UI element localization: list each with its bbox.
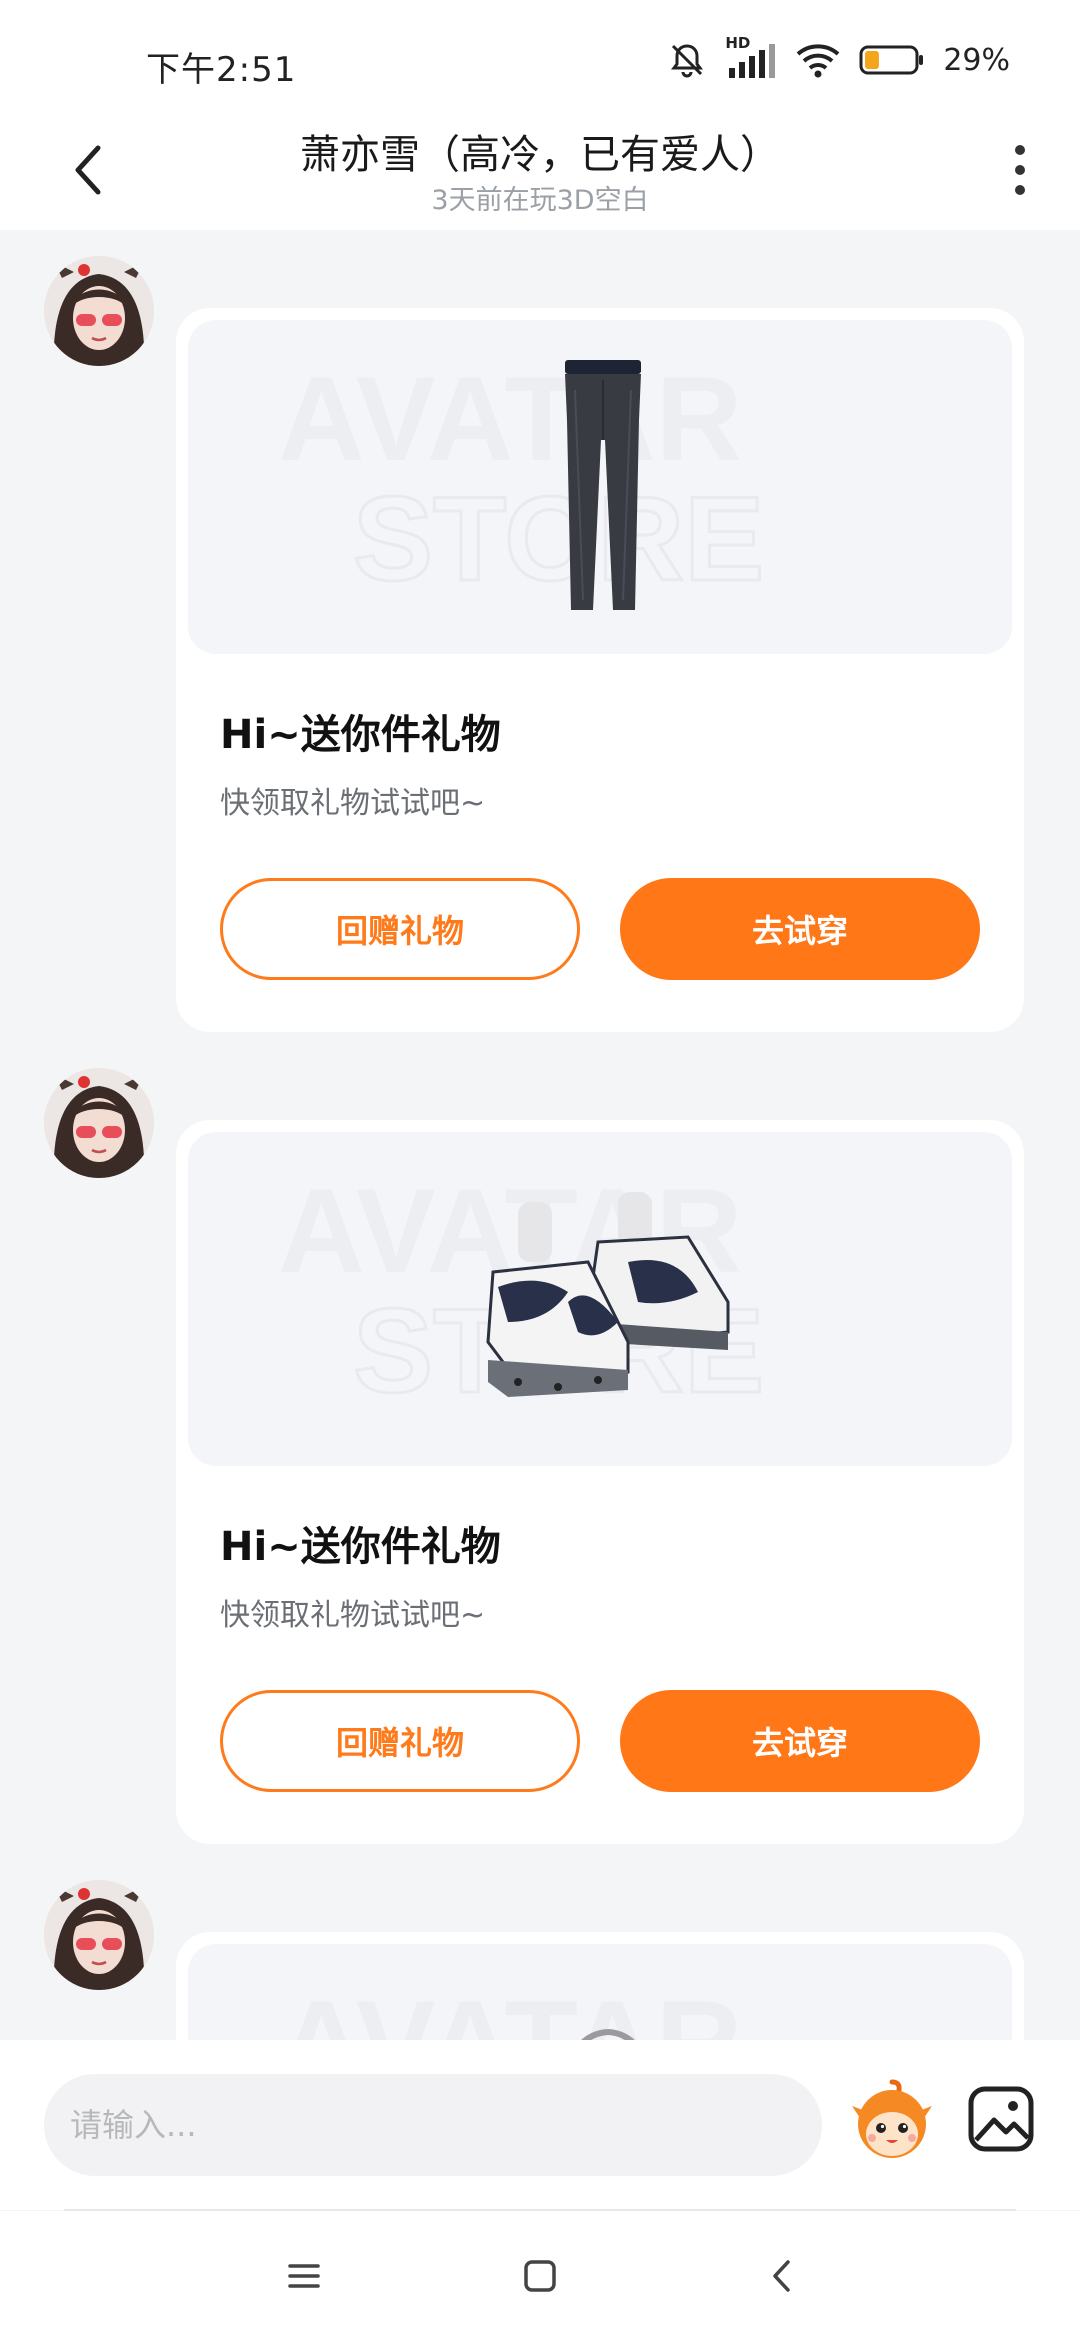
avatar[interactable] (44, 1068, 154, 1178)
nav-back-button[interactable] (752, 2251, 812, 2301)
image-button[interactable] (966, 2084, 1036, 2154)
emoji-mascot-icon (852, 2079, 932, 2158)
return-gift-button[interactable]: 回赠礼物 (220, 1690, 580, 1792)
image-icon (968, 2086, 1034, 2152)
more-button[interactable] (1000, 138, 1040, 202)
gift-image-pants: AVATAR STORE (188, 320, 1012, 654)
gift-title: Hi~送你件礼物 (220, 712, 501, 758)
gift-subtitle: 快领取礼物试试吧~ (220, 786, 486, 821)
gift-card: AVATAR STORE Hi~送你件礼物 快领取礼物试试吧~ 回赠礼物 去试穿 (176, 308, 1024, 1032)
gift-card: AVATAR STORE Hi~送你件礼物 快领取礼物试试吧~ 回赠礼物 去试穿 (176, 1120, 1024, 1844)
chat-header: 萧亦雪（高冷，已有爱人） 3天前在玩3D空白 (0, 110, 1080, 230)
return-gift-button[interactable]: 回赠礼物 (220, 878, 580, 980)
gift-subtitle: 快领取礼物试试吧~ (220, 1598, 486, 1633)
gift-title: Hi~送你件礼物 (220, 1524, 501, 1570)
avatar[interactable] (44, 256, 154, 366)
chat-title: 萧亦雪（高冷，已有爱人） (300, 132, 780, 178)
pants-icon (565, 360, 641, 610)
status-bar: 下午2:51 HD 29% (0, 0, 1080, 120)
nav-menu-button[interactable] (274, 2251, 334, 2301)
avatar[interactable] (44, 1880, 154, 1990)
chat-input-bar (0, 2040, 1080, 2210)
system-nav-bar (0, 2211, 1080, 2340)
signal-icon: HD (725, 34, 777, 80)
try-on-button[interactable]: 去试穿 (620, 878, 980, 980)
more-vertical-icon (1015, 145, 1025, 155)
gift-image-sneakers: AVATAR STORE (188, 1132, 1012, 1466)
sneakers-icon (486, 1192, 730, 1397)
emoji-button[interactable] (852, 2078, 932, 2164)
battery-icon (859, 45, 924, 75)
status-time: 下午2:51 (146, 50, 297, 90)
bell-mute-icon (671, 44, 704, 78)
nav-home-button[interactable] (510, 2251, 570, 2301)
battery-percent: 29% (943, 42, 1010, 78)
try-on-button[interactable]: 去试穿 (620, 1690, 980, 1792)
home-icon (524, 2260, 556, 2292)
status-icons: HD 29% (667, 34, 1010, 80)
wifi-icon (796, 44, 840, 78)
back-icon (773, 2260, 790, 2292)
message-input[interactable] (44, 2074, 822, 2176)
chat-subtitle: 3天前在玩3D空白 (431, 185, 649, 216)
svg-text:AVATAR: AVATAR (278, 352, 742, 486)
menu-icon (288, 2264, 320, 2288)
